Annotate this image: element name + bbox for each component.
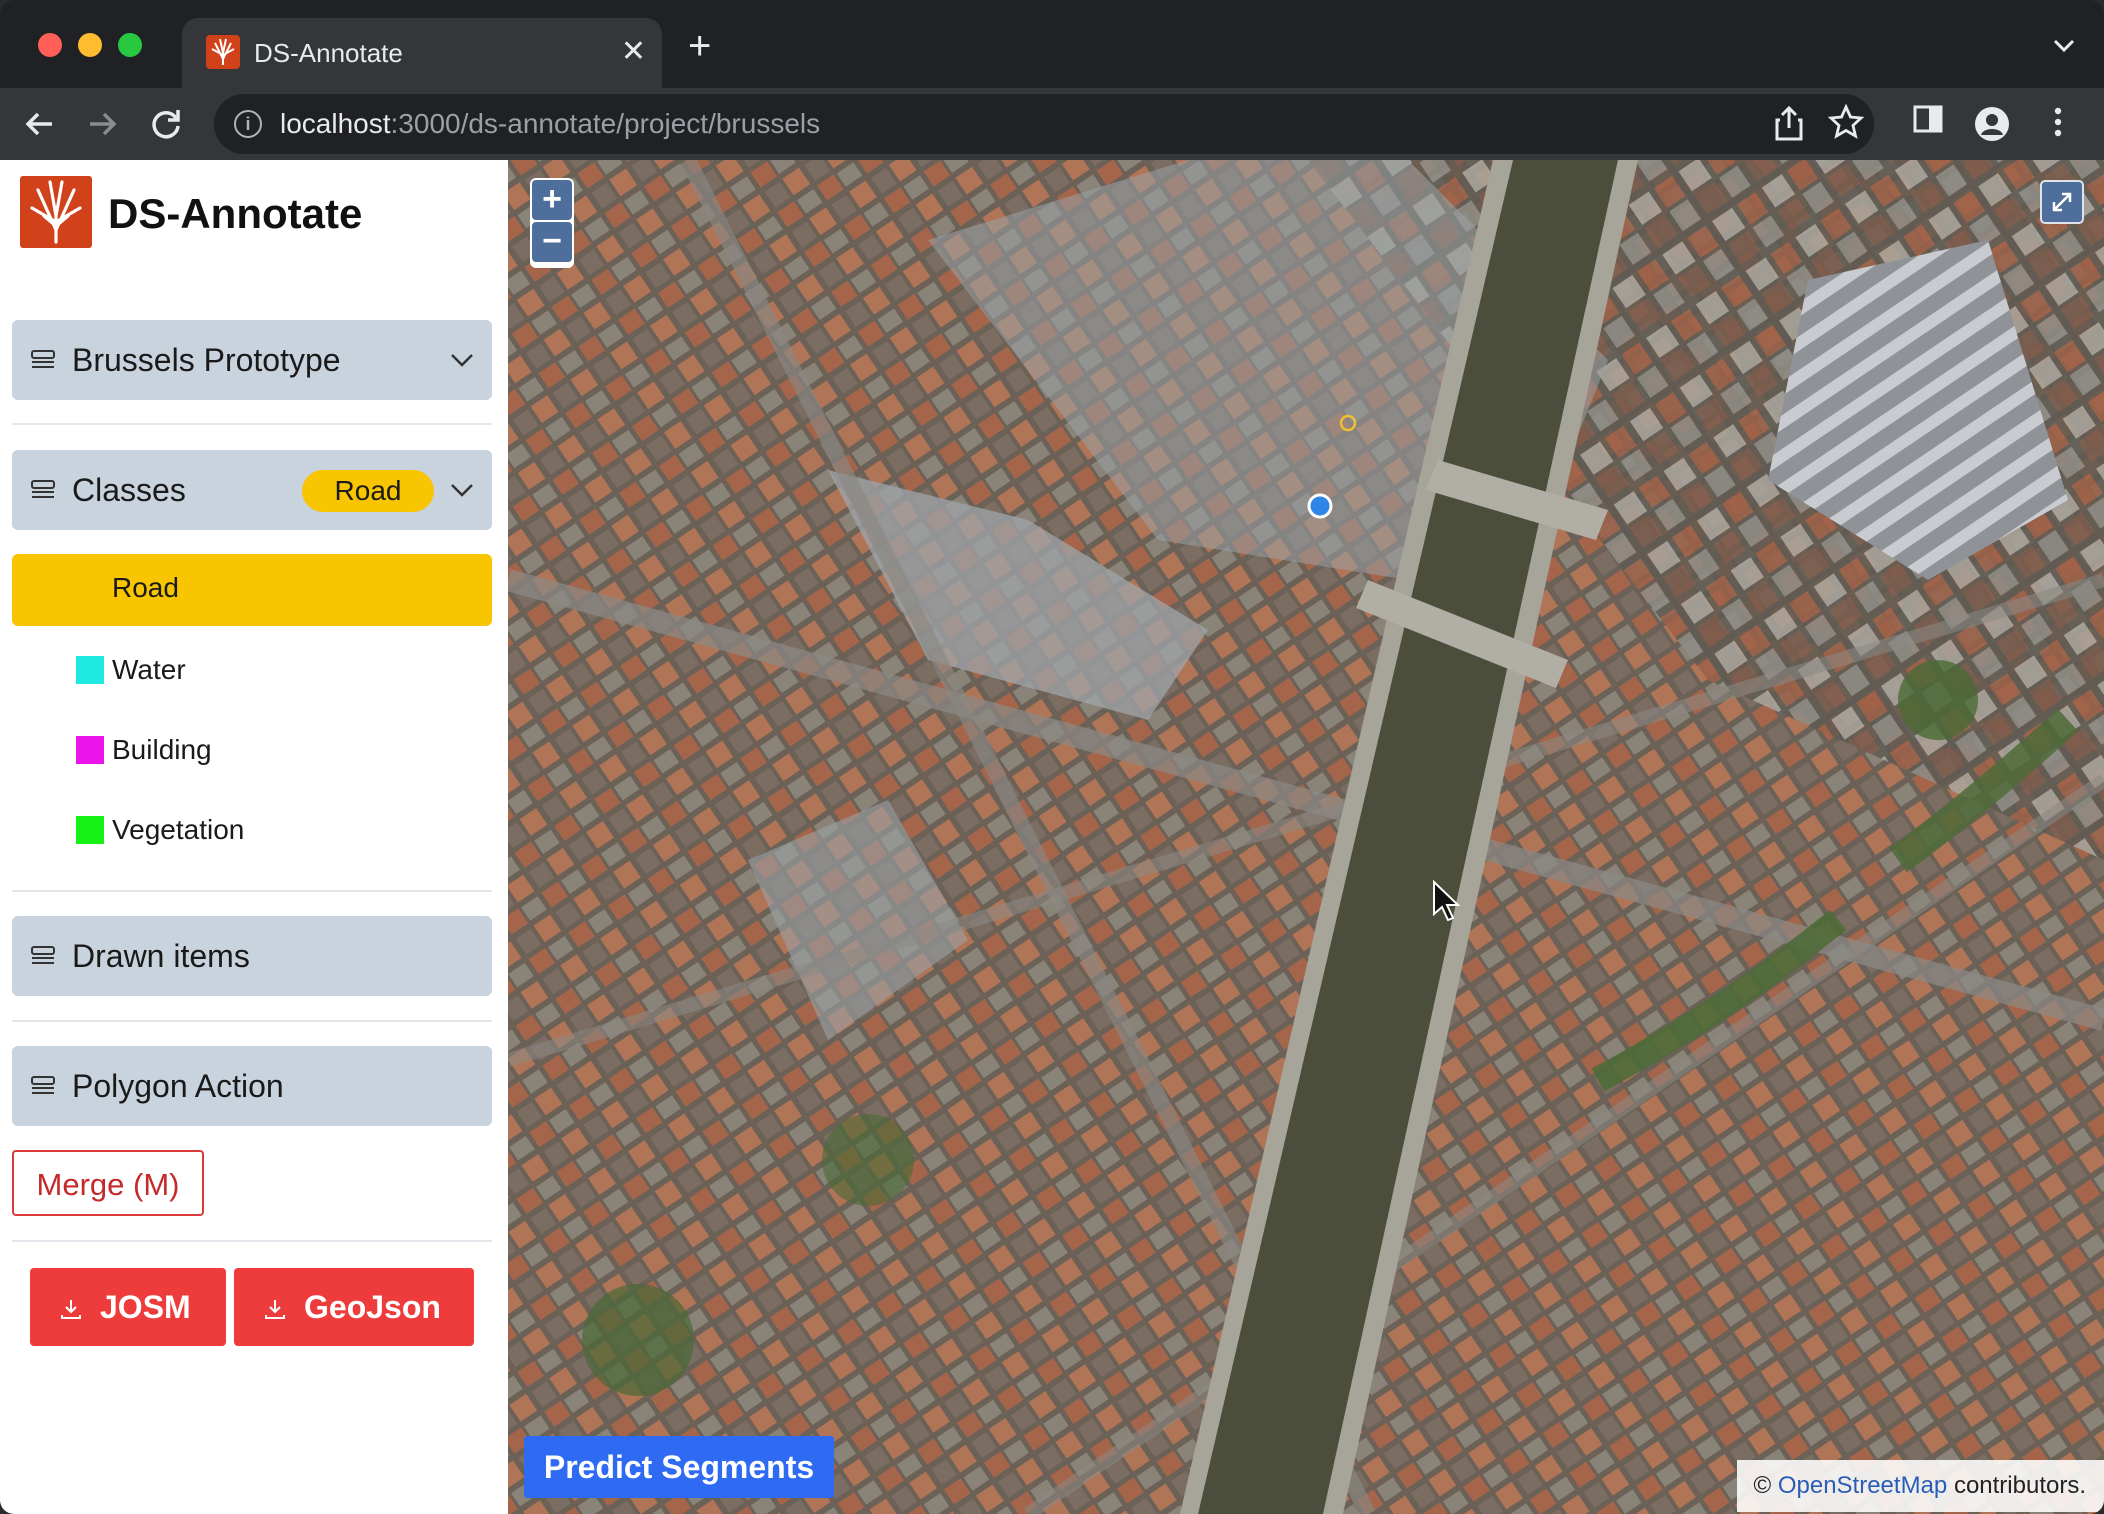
zoom-control: + −	[530, 178, 574, 268]
close-tab-icon[interactable]: ✕	[621, 32, 646, 72]
layers-icon	[31, 480, 55, 498]
class-item-vegetation[interactable]: Vegetation	[12, 800, 492, 860]
project-panel[interactable]: Brussels Prototype	[12, 320, 492, 400]
class-label-water: Water	[112, 654, 186, 685]
divider	[12, 890, 492, 892]
map-canvas[interactable]: + − Predict Segments © OpenStreetMap con…	[508, 160, 2104, 1514]
divider	[12, 423, 492, 425]
favicon-icon	[206, 35, 240, 69]
reload-icon[interactable]	[142, 100, 190, 148]
profile-icon[interactable]	[1974, 106, 2010, 142]
tab-title: DS-Annotate	[254, 38, 403, 68]
classes-label: Classes	[72, 472, 186, 508]
chevron-down-icon[interactable]	[448, 476, 476, 504]
divider	[12, 1240, 492, 1242]
satellite-imagery	[508, 160, 2104, 1514]
class-label-building: Building	[112, 734, 212, 765]
app-title: DS-Annotate	[108, 190, 363, 237]
drawn-items-label: Drawn items	[72, 938, 250, 974]
minimize-window-button[interactable]	[78, 33, 102, 57]
chevron-down-icon[interactable]	[448, 346, 476, 374]
class-swatch-building	[76, 736, 104, 764]
class-item-building[interactable]: Building	[12, 720, 492, 780]
tab-strip: DS-Annotate ✕ +	[0, 0, 2104, 88]
url-text[interactable]: localhost:3000/ds-annotate/project/bruss…	[280, 108, 820, 140]
classes-panel[interactable]: Classes Road	[12, 450, 492, 530]
layers-icon	[31, 1076, 55, 1094]
browser-tab[interactable]: DS-Annotate ✕	[182, 18, 662, 88]
close-window-button[interactable]	[38, 33, 62, 57]
page-content: DS-Annotate Brussels Prototype Classes R…	[0, 160, 2104, 1514]
attribution-suffix: contributors.	[1953, 1472, 2086, 1499]
address-bar[interactable]: i localhost:3000/ds-annotate/project/bru…	[214, 94, 1874, 154]
download-icon	[61, 1300, 81, 1319]
class-item-road[interactable]: Road	[12, 554, 492, 626]
sidebar-icon[interactable]	[1906, 102, 1950, 147]
class-item-water[interactable]: Water	[12, 640, 492, 700]
map-attribution: © OpenStreetMap contributors.	[1737, 1460, 2104, 1512]
zoom-out-button[interactable]: −	[532, 222, 572, 262]
class-swatch-vegetation	[76, 816, 104, 844]
info-icon[interactable]: i	[234, 110, 262, 138]
openstreetmap-link[interactable]: OpenStreetMap	[1778, 1472, 1947, 1499]
layers-icon	[31, 350, 55, 368]
app-logo-icon	[20, 176, 92, 248]
download-geojson-button[interactable]: GeoJson	[234, 1268, 474, 1346]
class-swatch-water	[76, 656, 104, 684]
polygon-action-panel[interactable]: Polygon Action	[12, 1046, 492, 1126]
mouse-cursor-icon	[1433, 880, 1461, 922]
sidebar: DS-Annotate Brussels Prototype Classes R…	[0, 160, 508, 1514]
download-geojson-label: GeoJson	[304, 1289, 441, 1325]
share-icon[interactable]	[1774, 104, 1804, 151]
back-arrow-icon[interactable]	[16, 100, 64, 148]
browser-toolbar: i localhost:3000/ds-annotate/project/bru…	[0, 88, 2104, 160]
drawn-items-panel[interactable]: Drawn items	[12, 916, 492, 996]
url-path: :3000/ds-annotate/project/brussels	[390, 108, 821, 139]
maximize-window-button[interactable]	[118, 33, 142, 57]
kebab-menu-icon[interactable]	[2036, 102, 2080, 153]
fullscreen-icon[interactable]	[2040, 180, 2084, 224]
tab-search-chevron-icon[interactable]	[2052, 30, 2076, 61]
forward-arrow-icon[interactable]	[78, 100, 126, 148]
zoom-in-button[interactable]: +	[532, 180, 572, 220]
project-label: Brussels Prototype	[72, 342, 341, 378]
download-josm-button[interactable]: JOSM	[30, 1268, 226, 1346]
class-label-road: Road	[112, 572, 179, 603]
layers-icon	[31, 946, 55, 964]
merge-button[interactable]: Merge (M)	[12, 1150, 204, 1216]
polygon-action-label: Polygon Action	[72, 1068, 284, 1104]
selected-class-badge: Road	[302, 470, 434, 512]
download-josm-label: JOSM	[100, 1289, 191, 1325]
new-tab-button[interactable]: +	[688, 26, 711, 66]
class-label-vegetation: Vegetation	[112, 814, 245, 845]
attribution-copyright: ©	[1753, 1472, 1772, 1499]
predict-segments-button[interactable]: Predict Segments	[524, 1436, 834, 1498]
divider	[12, 1020, 492, 1022]
url-host: localhost	[280, 108, 391, 139]
star-icon[interactable]	[1827, 103, 1865, 149]
download-icon	[265, 1300, 285, 1319]
browser-window: DS-Annotate ✕ + i localhost:3000/ds-anno…	[0, 0, 2104, 1514]
